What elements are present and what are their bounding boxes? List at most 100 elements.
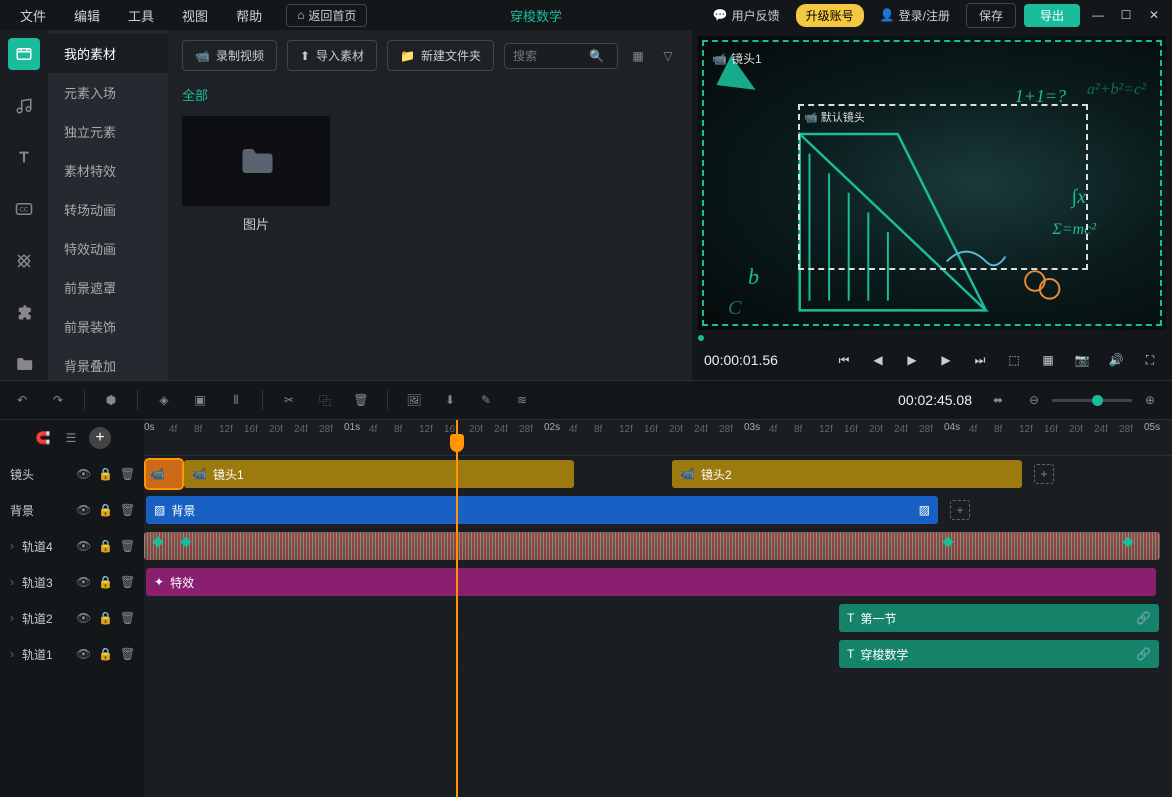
export-frame-icon[interactable]: ⬇	[440, 390, 460, 410]
close-button[interactable]: ✕	[1144, 4, 1164, 26]
redo-icon[interactable]: ↷	[48, 390, 68, 410]
skip-end-icon[interactable]: ⏭	[970, 350, 990, 370]
split-icon[interactable]: ⫴	[226, 390, 246, 410]
export-button[interactable]: 导出	[1024, 4, 1080, 27]
trash-icon[interactable]: 🗑	[120, 575, 134, 589]
track-1[interactable]: T穿梭数学🔗	[144, 636, 1172, 672]
sidebar-item-fx-anim[interactable]: 特效动画	[48, 229, 168, 268]
trash-icon[interactable]: 🗑	[120, 539, 134, 553]
lock-icon[interactable]: 🔒	[98, 503, 112, 517]
menu-help[interactable]: 帮助	[224, 2, 274, 29]
track-bg[interactable]: ▨背景▨ +	[144, 492, 1172, 528]
image-icon[interactable]: 🖼	[404, 390, 424, 410]
scrubber-start[interactable]	[698, 335, 704, 341]
rail-caption-icon[interactable]: CC	[8, 193, 40, 225]
list-icon[interactable]: ☰	[61, 428, 81, 448]
sidebar-item-my-assets[interactable]: 我的素材	[48, 34, 168, 73]
eye-icon[interactable]: 👁	[76, 611, 90, 625]
trash-icon[interactable]: 🗑	[120, 503, 134, 517]
clip-fx[interactable]: ✦特效	[146, 568, 1156, 596]
rail-media-icon[interactable]	[8, 38, 40, 70]
add-clip-button[interactable]: +	[950, 500, 970, 520]
grid-icon[interactable]: ▦	[1038, 350, 1058, 370]
rail-folder-icon[interactable]	[8, 348, 40, 380]
rail-puzzle-icon[interactable]	[8, 297, 40, 329]
copy-icon[interactable]: ⿻	[315, 390, 335, 410]
record-video-button[interactable]: 📹 录制视频	[182, 40, 277, 71]
login-button[interactable]: 👤 登录/注册	[872, 3, 958, 28]
keyframe[interactable]	[152, 536, 163, 547]
track-head-3[interactable]: ›轨道3 👁 🔒 🗑	[0, 564, 144, 600]
eye-icon[interactable]: 👁	[76, 467, 90, 481]
trash-icon[interactable]: 🗑	[120, 647, 134, 661]
zoom-handle[interactable]	[1092, 395, 1103, 406]
track-head-4[interactable]: ›轨道4 👁 🔒 🗑	[0, 528, 144, 564]
lock-icon[interactable]: 🔒	[98, 575, 112, 589]
time-ruler[interactable]: 0s4f8f12f16f20f24f28f01s4f8f12f16f20f24f…	[144, 420, 1172, 456]
new-folder-button[interactable]: 📁 新建文件夹	[387, 40, 494, 71]
zoom-slider[interactable]	[1052, 399, 1132, 402]
snapshot-icon[interactable]: 📷	[1072, 350, 1092, 370]
clip-selected-marker[interactable]: 📹	[146, 460, 182, 488]
track-4[interactable]	[144, 528, 1172, 564]
track-head-1[interactable]: ›轨道1 👁 🔒 🗑	[0, 636, 144, 672]
timeline-tracks[interactable]: 0s4f8f12f16f20f24f28f01s4f8f12f16f20f24f…	[144, 420, 1172, 797]
trash-icon[interactable]: 🗑	[120, 467, 134, 481]
trash-icon[interactable]: 🗑	[120, 611, 134, 625]
rail-pattern-icon[interactable]	[8, 245, 40, 277]
prev-frame-icon[interactable]: ◀	[868, 350, 888, 370]
zoom-in-icon[interactable]: ⊕	[1140, 390, 1160, 410]
magnet-icon[interactable]: 🧲	[33, 428, 53, 448]
rail-text-icon[interactable]	[8, 141, 40, 173]
eye-icon[interactable]: 👁	[76, 647, 90, 661]
sidebar-item-deco[interactable]: 前景装饰	[48, 307, 168, 346]
volume-icon[interactable]: 🔊	[1106, 350, 1126, 370]
asset-thumbnail[interactable]: 图片	[182, 116, 330, 233]
marker-icon[interactable]: ⬢	[101, 390, 121, 410]
link-icon[interactable]: 🔗	[1136, 647, 1151, 661]
keyframe[interactable]	[1122, 536, 1133, 547]
grid-view-icon[interactable]: ▦	[628, 46, 648, 66]
crop-tool-icon[interactable]: ✂	[279, 390, 299, 410]
eye-icon[interactable]: 👁	[76, 575, 90, 589]
track-head-bg[interactable]: 背景 👁 🔒 🗑	[0, 492, 144, 528]
preview-canvas[interactable]: 1+1=? a²+b²=c² ∫x Σ=mc² b C 📹 镜头1 📹 默认镜头	[698, 36, 1166, 330]
playhead[interactable]	[456, 420, 458, 797]
filter-icon[interactable]: ▽	[658, 46, 678, 66]
lock-icon[interactable]: 🔒	[98, 647, 112, 661]
target-icon[interactable]: ◈	[154, 390, 174, 410]
fullscreen-icon[interactable]: ⛶	[1140, 350, 1160, 370]
layers-icon[interactable]: ≋	[512, 390, 532, 410]
track-3[interactable]: ✦特效	[144, 564, 1172, 600]
minimize-button[interactable]: —	[1088, 4, 1108, 26]
play-icon[interactable]: ▶	[902, 350, 922, 370]
lock-icon[interactable]: 🔒	[98, 467, 112, 481]
clip-bg[interactable]: ▨背景▨	[146, 496, 938, 524]
maximize-button[interactable]: ☐	[1116, 4, 1136, 26]
eye-icon[interactable]: 👁	[76, 503, 90, 517]
eye-icon[interactable]: 👁	[76, 539, 90, 553]
import-asset-button[interactable]: ⬆ 导入素材	[287, 40, 377, 71]
rail-music-icon[interactable]	[8, 90, 40, 122]
home-button[interactable]: ⌂ 返回首页	[286, 4, 367, 27]
save-button[interactable]: 保存	[966, 3, 1016, 28]
lock-icon[interactable]: 🔒	[98, 539, 112, 553]
menu-view[interactable]: 视图	[170, 2, 220, 29]
undo-icon[interactable]: ↶	[12, 390, 32, 410]
all-category-label[interactable]: 全部	[182, 85, 678, 104]
search-input[interactable]	[513, 49, 583, 63]
track-head-shots[interactable]: 镜头 👁 🔒 🗑	[0, 456, 144, 492]
link-icon[interactable]: 🔗	[1136, 611, 1151, 625]
clip-shot2[interactable]: 📹镜头2	[672, 460, 1022, 488]
delete-icon[interactable]: 🗑	[351, 390, 371, 410]
crop-icon[interactable]: ⬚	[1004, 350, 1024, 370]
upgrade-button[interactable]: 升级账号	[796, 4, 864, 27]
sidebar-item-asset-fx[interactable]: 素材特效	[48, 151, 168, 190]
clip-text1[interactable]: T第一节🔗	[839, 604, 1159, 632]
track-2[interactable]: T第一节🔗	[144, 600, 1172, 636]
search-icon[interactable]: 🔍	[589, 49, 604, 63]
sidebar-item-transition[interactable]: 转场动画	[48, 190, 168, 229]
clip-shot1[interactable]: 📹镜头1	[184, 460, 574, 488]
skip-start-icon[interactable]: ⏮	[834, 350, 854, 370]
search-input-wrapper[interactable]: 🔍	[504, 43, 618, 69]
